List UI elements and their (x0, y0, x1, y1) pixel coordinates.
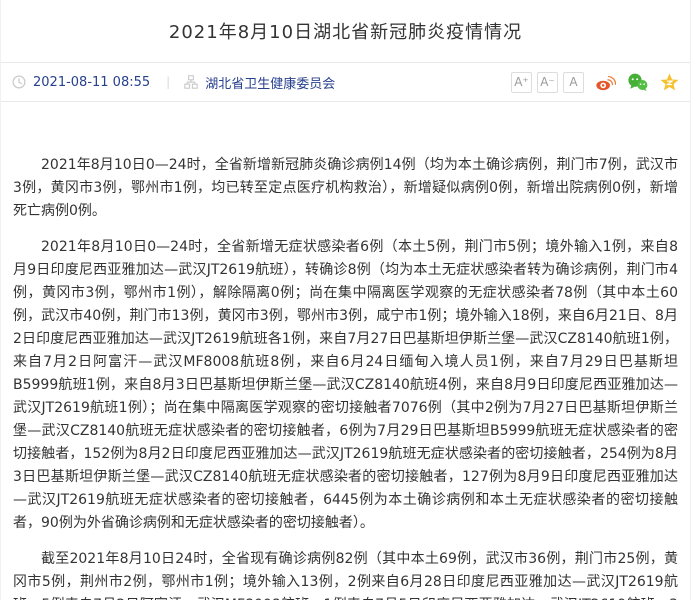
qzone-share-button[interactable] (660, 73, 679, 91)
wechat-icon (628, 73, 648, 91)
weibo-icon (596, 74, 616, 91)
font-reset-button[interactable]: A (563, 72, 584, 93)
meta-left: 2021-08-11 08:55 | 湖北省卫生健康委员会 (12, 73, 335, 92)
font-smaller-button[interactable]: A⁻ (537, 72, 558, 93)
article-page: 2021年8月10日湖北省新冠肺炎疫情情况 2021-08-11 08:55 | (0, 0, 691, 600)
article-body: 2021年8月10日0—24时，全省新增新冠肺炎确诊病例14例（均为本土确诊病例… (1, 102, 690, 600)
wechat-share-button[interactable] (628, 73, 648, 91)
qzone-icon (660, 73, 679, 91)
clock-icon (12, 75, 26, 89)
meta-right: A⁺ A⁻ A (506, 72, 679, 93)
organization-icon (184, 75, 198, 89)
weibo-share-button[interactable] (596, 74, 616, 91)
paragraph-asymptomatic: 2021年8月10日0—24时，全省新增无症状感染者6例（本土5例，荆门市5例；… (13, 236, 678, 535)
font-larger-button[interactable]: A⁺ (511, 72, 532, 93)
paragraph-cumulative: 截至2021年8月10日24时，全省现有确诊病例82例（其中本土69例，武汉市3… (13, 548, 678, 600)
publish-time: 2021-08-11 08:55 (33, 75, 150, 90)
meta-separator: | (166, 75, 170, 89)
title-bar: 2021年8月10日湖北省新冠肺炎疫情情况 (1, 0, 690, 62)
page-title: 2021年8月10日湖北省新冠肺炎疫情情况 (169, 18, 522, 44)
paragraph-new-confirmed: 2021年8月10日0—24时，全省新增新冠肺炎确诊病例14例（均为本土确诊病例… (13, 154, 678, 223)
source-name: 湖北省卫生健康委员会 (205, 73, 335, 92)
meta-bar: 2021-08-11 08:55 | 湖北省卫生健康委员会 A⁺ A⁻ A (1, 62, 690, 102)
